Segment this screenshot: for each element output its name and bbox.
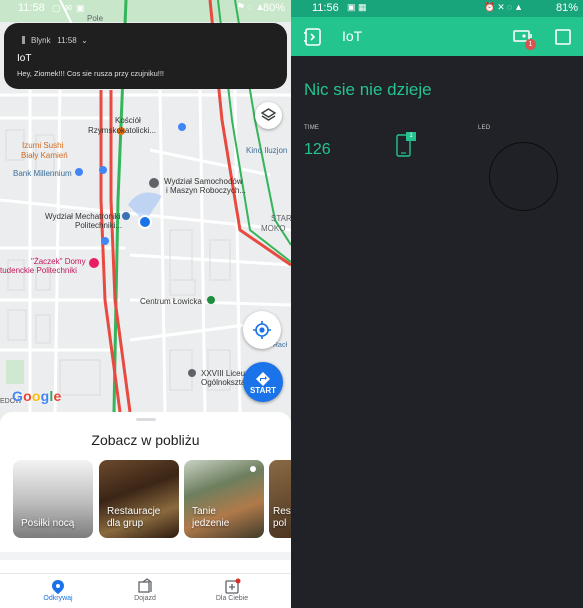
- map-label-zaczek-1: "Żaczek" Domy: [31, 257, 86, 266]
- device-tile-badge: 1: [406, 132, 416, 141]
- status-app-icons: ▣ ▦: [347, 2, 367, 12]
- nav-commute-label: Dojazd: [134, 595, 156, 602]
- left-phone-maps: Pole Kościół Rzymskokatolicki... Izumi S…: [0, 0, 291, 608]
- sparkle-add-icon: [225, 578, 241, 594]
- layers-icon: [260, 108, 277, 121]
- notification-message: Hey, Ziomek!!! Cos sie rusza przy czujni…: [17, 69, 164, 78]
- start-label: START: [249, 386, 277, 395]
- nav-commute[interactable]: Dojazd: [105, 578, 185, 602]
- map-label-bank: Bank Millennium: [13, 169, 72, 178]
- category-card-partial[interactable]: Res pol: [269, 460, 291, 538]
- start-navigation-button[interactable]: START: [243, 362, 283, 402]
- led-widget: [489, 142, 558, 211]
- pin-icon: [52, 580, 64, 594]
- nav-explore-label: Odkrywaj: [43, 595, 73, 602]
- status-time: 11:56: [312, 2, 339, 14]
- card-label: Restauracje dla grup: [107, 506, 161, 529]
- play-mode-icon[interactable]: [553, 27, 573, 47]
- time-widget-label: TIME: [304, 125, 320, 131]
- status-system-icons: ⏰✕◌▲: [483, 2, 525, 12]
- notification-count-badge: 1: [525, 39, 536, 50]
- map-label-moko: MOKO: [261, 224, 286, 233]
- project-name: IoT: [342, 28, 363, 44]
- commute-icon: [138, 578, 152, 593]
- screenshot: Pole Kościół Rzymskokatolicki... Izumi S…: [0, 0, 583, 608]
- map-label-kosciol: Kościół: [115, 116, 141, 125]
- map-label-izumi-1: Izumi Sushi: [22, 141, 64, 150]
- notification-app-name: Blynk: [31, 36, 51, 45]
- map-label-wydzial-sam-2: i Maszyn Roboczych...: [166, 186, 247, 195]
- sheet-divider: [0, 552, 291, 560]
- crosshair-icon: [253, 321, 271, 339]
- layers-button[interactable]: [255, 102, 282, 129]
- card-label: Posiłki nocą: [21, 518, 75, 529]
- my-location-button[interactable]: [243, 311, 281, 349]
- sheet-drag-handle[interactable]: [136, 418, 156, 421]
- map-label-kino: Kino Iluzjon: [246, 146, 288, 155]
- led-widget-label: LED: [478, 125, 491, 131]
- blynk-app-icon: [22, 36, 25, 44]
- notification-title: IoT: [17, 53, 32, 64]
- map-label-centrum: Centrum Łowicka: [140, 297, 202, 306]
- sheet-title: Zobacz w pobliżu: [91, 432, 200, 448]
- time-widget-value: 126: [304, 141, 331, 158]
- status-battery: 80%: [262, 2, 285, 14]
- map-label-star: STAR: [271, 214, 291, 223]
- category-card-cheap-food[interactable]: Tanie jedzenie: [184, 460, 264, 538]
- status-battery: 81%: [555, 2, 578, 14]
- map-label-wydzial-mech-1: Wydział Mechatroniki: [45, 212, 121, 221]
- notification-header: Blynk 11:58 ⌄: [22, 36, 88, 45]
- map-label-wydzial-sam-1: Wydział Samochodów: [164, 177, 243, 186]
- projects-icon[interactable]: [303, 27, 323, 47]
- pin-icon: [250, 466, 256, 472]
- nav-for-you-label: Dla Ciebie: [215, 595, 249, 602]
- blynk-notification[interactable]: Blynk 11:58 ⌄ IoT Hey, Ziomek!!! Cos sie…: [4, 23, 287, 89]
- bottom-navigation: Odkrywaj Dojazd Dla Ciebie: [0, 573, 291, 608]
- project-title: Nic sie nie dzieje: [304, 80, 432, 99]
- status-app-icons: ▢✉▣: [52, 3, 89, 13]
- google-logo: Google: [12, 388, 62, 404]
- map-label-zaczek-2: tudenckie Politechniki: [0, 266, 77, 275]
- map-label-rzymsko: Rzymskokatolicki...: [88, 126, 157, 135]
- status-bar-left: 11:58 ▢✉▣ ⚑◌▲ 80%: [0, 0, 291, 16]
- map-label-izumi-2: Biały Kamień: [21, 151, 68, 160]
- status-bar-right: 11:56 ▣ ▦ ⏰✕◌▲ 81%: [291, 0, 583, 17]
- nav-for-you[interactable]: Dla Ciebie: [192, 578, 272, 602]
- device-status-button[interactable]: 1: [513, 28, 536, 50]
- nav-explore[interactable]: Odkrywaj: [18, 578, 98, 602]
- category-card-late-night[interactable]: Posiłki nocą: [13, 460, 93, 538]
- right-phone-blynk: 11:56 ▣ ▦ ⏰✕◌▲ 81% IoT 1 Nic sie nie dzi…: [291, 0, 583, 608]
- map-label-wydzial-mech-2: Politechniki...: [75, 221, 123, 230]
- status-time: 11:58: [18, 2, 45, 14]
- category-card-group-restaurants[interactable]: Restauracje dla grup: [99, 460, 179, 538]
- notification-time: 11:58: [57, 36, 77, 45]
- card-label: Res pol: [273, 506, 291, 529]
- card-label: Tanie jedzenie: [192, 506, 230, 529]
- chevron-down-icon[interactable]: ⌄: [81, 36, 88, 45]
- blynk-toolbar: IoT 1: [291, 17, 583, 56]
- device-tile-widget[interactable]: 1: [395, 132, 417, 158]
